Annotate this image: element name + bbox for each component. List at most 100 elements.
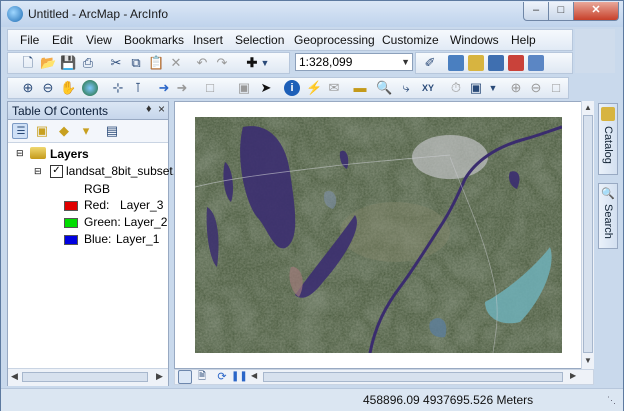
pan-icon[interactable]: ✋	[60, 80, 76, 96]
refresh-icon[interactable]: ⟳	[215, 370, 229, 384]
table-of-contents-panel: Table Of Contents ♦ × ☰ ▣ ◆ ▾ ▤ ⊟ Layers…	[7, 101, 176, 386]
zoom-in-icon[interactable]: ⊕	[20, 80, 36, 96]
fixed-zoom-out-icon[interactable]: ⊺	[130, 80, 146, 96]
scroll-right-icon[interactable]: ▶	[156, 371, 163, 382]
menu-edit[interactable]: Edit	[52, 33, 73, 47]
layout-extent-icon[interactable]: □	[548, 80, 564, 96]
pin-icon[interactable]: ♦	[146, 103, 152, 115]
menu-selection[interactable]: Selection	[235, 33, 284, 47]
print-icon[interactable]: ⎙	[80, 55, 96, 71]
list-by-source-icon[interactable]: ▣	[34, 123, 50, 139]
arctoolbox-icon[interactable]	[488, 55, 504, 71]
hyperlink-icon[interactable]: ⚡	[306, 80, 322, 96]
chevron-down-icon[interactable]: ▼	[260, 55, 270, 71]
open-icon[interactable]: 📂	[40, 55, 56, 71]
layout-view-icon[interactable]: 🗎	[195, 370, 209, 384]
rgb-label: RGB	[84, 182, 111, 196]
menu-insert[interactable]: Insert	[193, 33, 223, 47]
scroll-thumb[interactable]	[22, 372, 148, 382]
cut-icon[interactable]: ✂	[108, 55, 124, 71]
menu-geoprocessing[interactable]: Geoprocessing	[294, 33, 375, 47]
map-scale-dropdown[interactable]: 1:328,099 ▼	[295, 53, 413, 71]
viewer-window-icon[interactable]: ▣	[468, 80, 484, 96]
window-title: Untitled - ArcMap - ArcInfo	[28, 7, 169, 21]
collapse-icon[interactable]: ⊟	[34, 166, 42, 177]
new-icon[interactable]: 🗋	[20, 55, 36, 71]
close-button[interactable]: ✕	[573, 2, 619, 21]
layer-name[interactable]: landsat_8bit_subset.	[66, 164, 176, 178]
scroll-right-icon[interactable]: ▶	[570, 371, 576, 380]
layout-pan-icon[interactable]: ⊖	[528, 80, 544, 96]
forward-icon[interactable]: ➜	[174, 80, 190, 96]
menu-windows[interactable]: Windows	[450, 33, 499, 47]
options-icon[interactable]: ▤	[104, 123, 120, 139]
select-features-icon[interactable]: □	[202, 80, 218, 96]
scroll-thumb[interactable]	[583, 115, 593, 353]
collapse-icon[interactable]: ⊟	[16, 148, 24, 159]
go-to-xy-icon[interactable]: XY	[420, 80, 436, 96]
menu-bookmarks[interactable]: Bookmarks	[124, 33, 184, 47]
catalog-window-icon[interactable]	[468, 55, 484, 71]
table-icon[interactable]	[448, 55, 464, 71]
search-tab[interactable]: 🔍 Search	[598, 183, 618, 249]
clear-selection-icon[interactable]: ▣	[236, 80, 252, 96]
cursor-coordinates: 458896.09 4937695.526 Meters	[363, 393, 534, 407]
red-band-swatch[interactable]	[64, 201, 78, 211]
menu-view[interactable]: View	[86, 33, 112, 47]
green-band-label: Green:	[84, 215, 121, 229]
delete-icon[interactable]: ✕	[168, 55, 184, 71]
copy-icon[interactable]: ⧉	[128, 55, 144, 71]
layers-label[interactable]: Layers	[50, 147, 89, 161]
undo-icon[interactable]: ↶	[194, 55, 210, 71]
menu-help[interactable]: Help	[511, 33, 536, 47]
python-icon[interactable]	[508, 55, 524, 71]
time-slider-icon[interactable]: ⏱	[448, 80, 464, 96]
pause-drawing-icon[interactable]: ❚❚	[231, 370, 248, 384]
html-popup-icon[interactable]: ✉	[326, 80, 342, 96]
editor-icon[interactable]: ✐	[422, 55, 438, 71]
blue-band-value: Layer_1	[116, 232, 160, 246]
redo-icon[interactable]: ↷	[214, 55, 230, 71]
tools-toolbar: ⊕ ⊖ ✋ ⊹ ⊺ ➜ ➜ □ ▣ ➤ i ⚡ ✉ ▬ 🔍 ⤷ XY ⏱ ▣ ▼…	[7, 77, 569, 99]
select-icon[interactable]: ➤	[258, 80, 274, 96]
map-vertical-scrollbar[interactable]: ▲ ▼	[581, 101, 594, 369]
scroll-up-icon[interactable]: ▲	[584, 103, 592, 112]
list-by-selection-icon[interactable]: ▾	[78, 123, 94, 139]
catalog-tab[interactable]: Catalog	[598, 103, 618, 175]
scroll-left-icon[interactable]: ◀	[251, 371, 257, 380]
blue-band-swatch[interactable]	[64, 235, 78, 245]
full-extent-icon[interactable]	[82, 80, 98, 96]
identify-icon[interactable]: i	[284, 80, 300, 96]
satellite-raster-image[interactable]	[195, 117, 562, 353]
minimize-button[interactable]: –	[523, 2, 549, 21]
data-view-icon[interactable]	[178, 370, 192, 384]
route-icon[interactable]: ⤷	[398, 80, 414, 96]
green-band-swatch[interactable]	[64, 218, 78, 228]
back-icon[interactable]: ➜	[156, 80, 172, 96]
menu-file[interactable]: File	[20, 33, 39, 47]
scroll-down-icon[interactable]: ▼	[584, 356, 592, 365]
maximize-button[interactable]: □	[548, 2, 574, 21]
find-icon[interactable]: 🔍	[376, 80, 392, 96]
map-display[interactable]	[174, 101, 594, 369]
model-builder-icon[interactable]	[528, 55, 544, 71]
menu-customize[interactable]: Customize	[382, 33, 439, 47]
measure-icon[interactable]: ▬	[352, 80, 368, 96]
list-by-visibility-icon[interactable]: ◆	[56, 123, 72, 139]
toc-header: Table Of Contents ♦ ×	[8, 102, 168, 120]
map-horizontal-scrollbar[interactable]: 🗎 ⟳ ❚❚ ◀ ▶	[174, 369, 594, 385]
add-data-icon[interactable]: ✚	[244, 55, 260, 71]
paste-icon[interactable]: 📋	[148, 55, 164, 71]
layout-zoom-icon[interactable]: ⊕	[508, 80, 524, 96]
layer-visibility-checkbox[interactable]: ✓	[50, 165, 63, 178]
save-icon[interactable]: 💾	[60, 55, 76, 71]
zoom-out-icon[interactable]: ⊖	[40, 80, 56, 96]
toc-close-icon[interactable]: ×	[158, 102, 165, 116]
fixed-zoom-in-icon[interactable]: ⊹	[110, 80, 126, 96]
list-by-drawing-order-icon[interactable]: ☰	[12, 123, 28, 139]
scroll-thumb[interactable]	[263, 372, 563, 382]
toc-horizontal-scrollbar[interactable]: ◀ ▶	[8, 368, 168, 386]
resize-grip-icon[interactable]: ⋱	[607, 395, 616, 406]
chevron-down-icon[interactable]: ▼	[488, 80, 498, 96]
scroll-left-icon[interactable]: ◀	[11, 371, 18, 382]
